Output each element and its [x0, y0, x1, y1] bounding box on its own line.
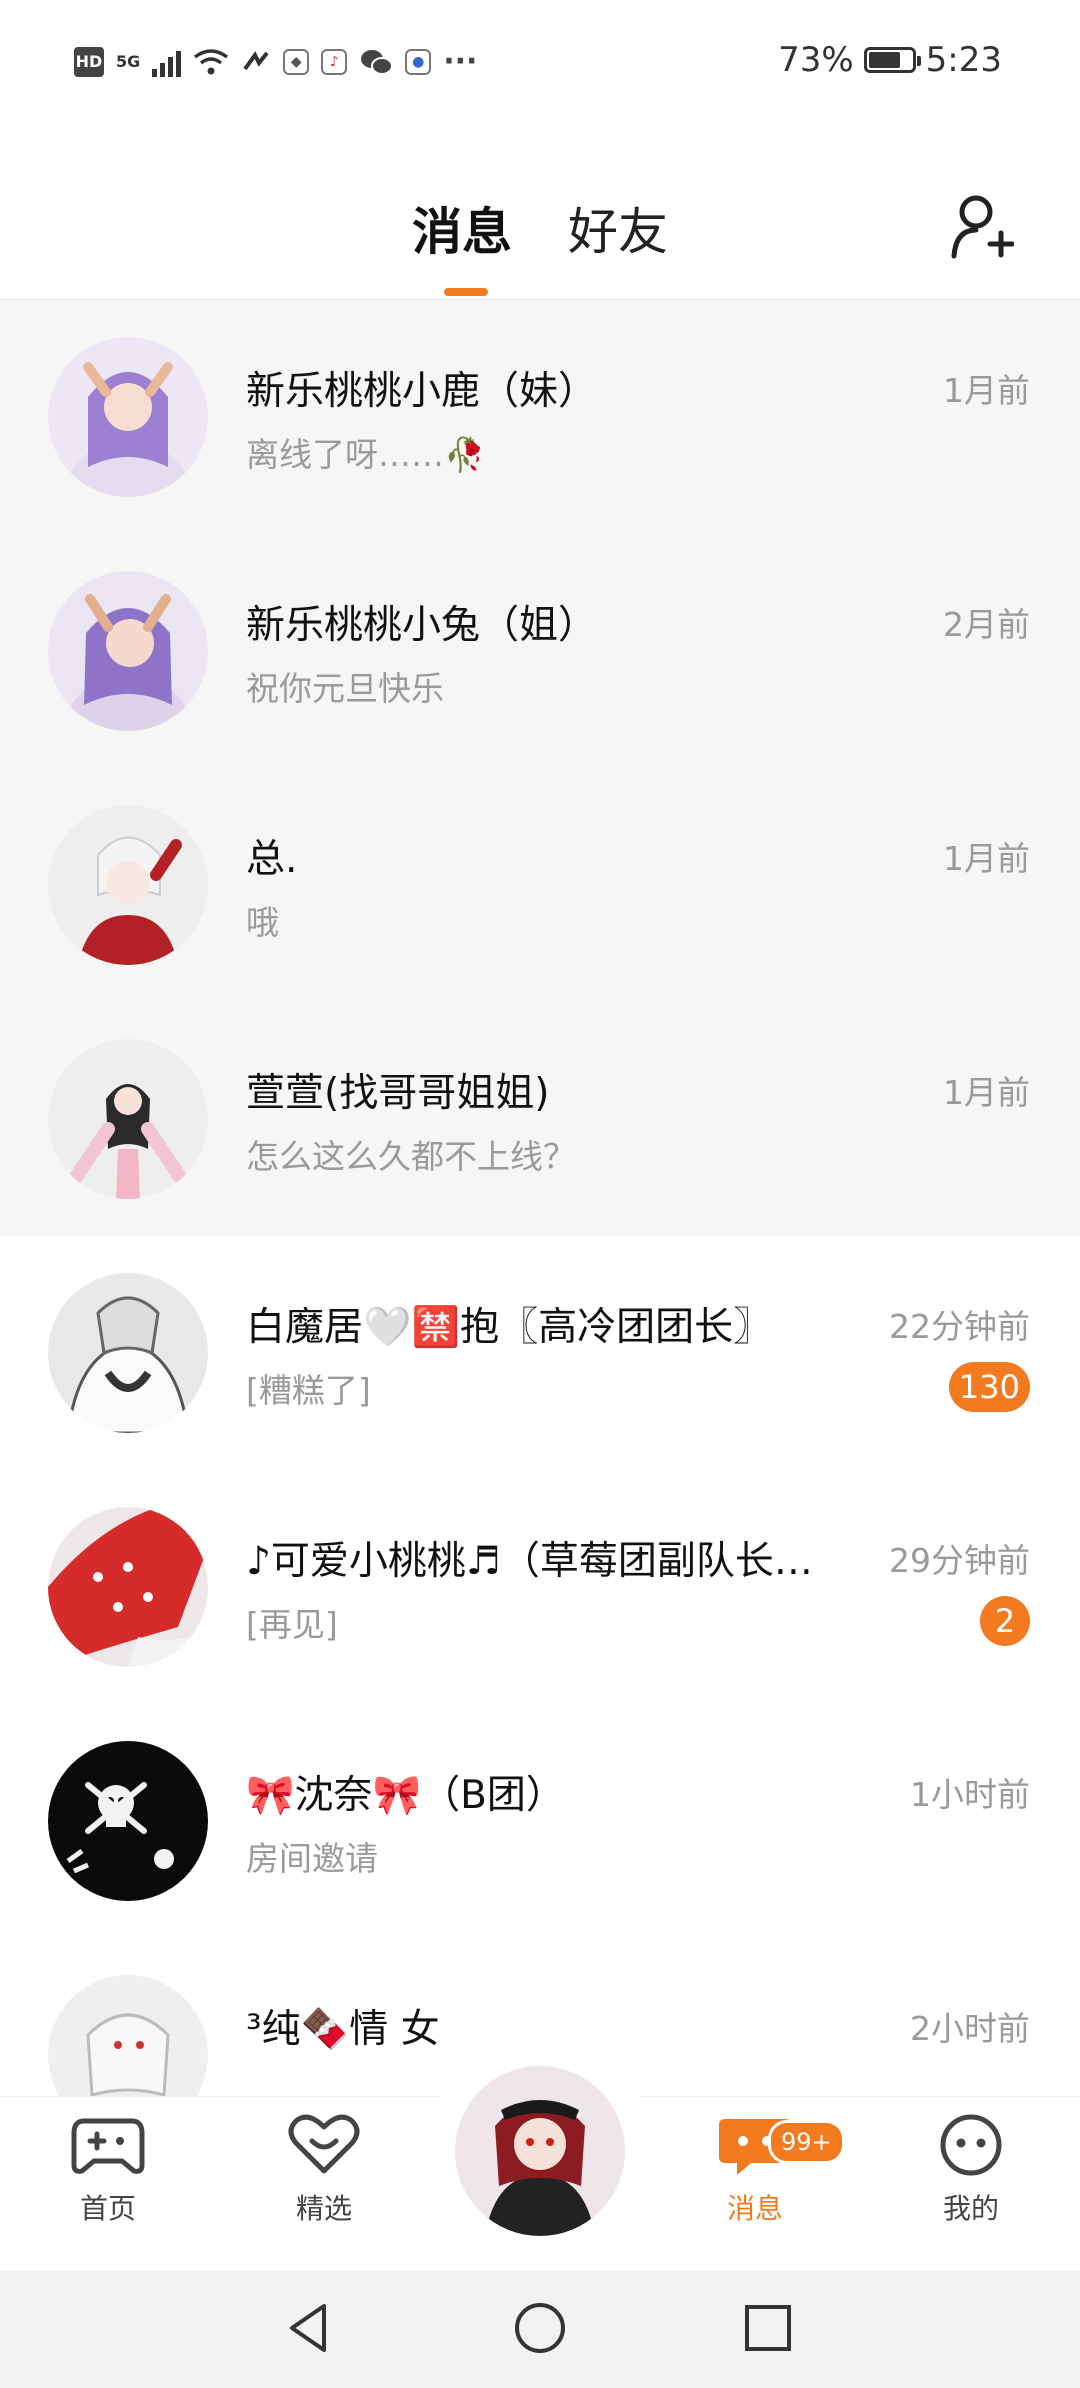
recents-square-icon[interactable]	[738, 2298, 798, 2358]
avatar	[48, 337, 208, 497]
tab-friends[interactable]: 好友	[568, 192, 668, 264]
clock: 5:23	[925, 40, 1002, 80]
nav-messages-label: 消息	[726, 2192, 783, 2225]
conversation-last-message: 祝你元旦快乐	[246, 669, 444, 708]
conversation-row[interactable]: ♪可爱小桃桃♬（草莓团副队长… [再见] 29分钟前 2	[0, 1470, 1080, 1704]
conversation-name: 白魔居🤍🈲抱〖高冷团团长〗	[246, 1305, 773, 1350]
conversation-name: 新乐桃桃小兔（姐）	[246, 603, 598, 648]
app-notification-icon: ◆	[283, 48, 310, 75]
tab-messages[interactable]: 消息	[412, 192, 512, 264]
conversation-row[interactable]: 新乐桃桃小鹿（妹） 离线了呀……🥀 1月前	[0, 300, 1080, 534]
avatar	[48, 1975, 208, 2096]
unread-badge: 130	[948, 1362, 1030, 1412]
conversation-last-message: [糟糕了]	[246, 1371, 371, 1410]
conversation-name: 总.	[246, 837, 298, 882]
battery-percent: 73%	[778, 40, 854, 80]
avatar	[48, 1741, 208, 1901]
conversation-time: 22分钟前	[889, 1307, 1030, 1346]
active-tab-indicator	[444, 288, 488, 296]
conversation-last-message: 怎么这么久都不上线？	[246, 1137, 576, 1176]
messages-unread-badge: 99+	[768, 2120, 845, 2164]
nav-mine[interactable]: 我的	[911, 2113, 1031, 2227]
conversation-last-message: 房间邀请	[246, 1839, 378, 1878]
network-type: 5G	[116, 52, 141, 71]
conversation-time: 2月前	[943, 605, 1030, 644]
system-navigation-bar	[0, 2270, 1080, 2388]
conversation-row[interactable]: 🎀沈奈🎀（B团） 房间邀请 1小时前	[0, 1704, 1080, 1938]
nav-home-label: 首页	[79, 2192, 136, 2225]
nav-home[interactable]: 首页	[48, 2113, 168, 2227]
conversation-row[interactable]: 白魔居🤍🈲抱〖高冷团团长〗 [糟糕了] 22分钟前 130	[0, 1236, 1080, 1470]
nfc-icon	[243, 50, 269, 70]
conversation-row[interactable]: 新乐桃桃小兔（姐） 祝你元旦快乐 2月前	[0, 534, 1080, 768]
conversation-time: 1小时前	[910, 1775, 1030, 1814]
unread-badge: 2	[980, 1596, 1030, 1646]
avatar	[48, 805, 208, 965]
top-header: 消息 好友	[0, 130, 1080, 300]
wechat-icon	[361, 49, 394, 75]
music-notification-icon: ♪	[321, 48, 348, 75]
home-circle-icon[interactable]	[510, 2298, 570, 2358]
center-avatar-button[interactable]	[455, 2066, 625, 2236]
wifi-icon	[194, 48, 229, 74]
status-bar: HD 5G ◆ ♪ ● ··· 73% 5:23	[0, 0, 1080, 130]
conversation-last-message: 离线了呀……🥀	[246, 435, 486, 474]
conversation-last-message: [再见]	[246, 1605, 338, 1644]
conversation-name: 萱萱(找哥哥姐姐)	[246, 1071, 550, 1116]
browser-notification-icon: ●	[405, 48, 432, 75]
avatar	[48, 1273, 208, 1433]
conversation-list[interactable]: 新乐桃桃小鹿（妹） 离线了呀……🥀 1月前 新乐桃桃小兔（姐） 祝你元旦快乐 2…	[0, 300, 1080, 2096]
smile-face-icon	[940, 2114, 1002, 2176]
status-icons-right: 73% 5:23	[778, 40, 1002, 80]
conversation-last-message: 哦	[246, 903, 279, 942]
conversation-time: 2小时前	[910, 2009, 1030, 2048]
nav-featured-label: 精选	[295, 2192, 352, 2225]
more-notifications-icon: ···	[443, 44, 478, 79]
conversation-time: 1月前	[943, 1073, 1030, 1112]
hd-icon: HD	[74, 46, 104, 77]
conversation-time: 1月前	[943, 839, 1030, 878]
add-friend-icon[interactable]	[950, 190, 1014, 260]
nav-mine-label: 我的	[942, 2192, 999, 2225]
conversation-time: 1月前	[943, 371, 1030, 410]
gamepad-icon	[71, 2118, 145, 2174]
conversation-name: ♪可爱小桃桃♬（草莓团副队长…	[246, 1539, 813, 1584]
heart-icon	[288, 2114, 360, 2174]
avatar	[48, 1039, 208, 1199]
conversation-name: 🎀沈奈🎀（B团）	[246, 1773, 565, 1818]
conversation-name: 新乐桃桃小鹿（妹）	[246, 369, 598, 414]
conversation-row[interactable]: 萱萱(找哥哥姐姐) 怎么这么久都不上线？ 1月前	[0, 1002, 1080, 1236]
status-icons-left: HD 5G ◆ ♪ ● ···	[74, 44, 477, 79]
nav-featured[interactable]: 精选	[264, 2113, 384, 2227]
conversation-row[interactable]: 总. 哦 1月前	[0, 768, 1080, 1002]
avatar	[48, 571, 208, 731]
avatar	[48, 1507, 208, 1667]
battery-icon	[863, 47, 921, 73]
back-icon[interactable]	[280, 2298, 340, 2358]
conversation-time: 29分钟前	[889, 1541, 1030, 1580]
signal-icon	[152, 47, 182, 77]
